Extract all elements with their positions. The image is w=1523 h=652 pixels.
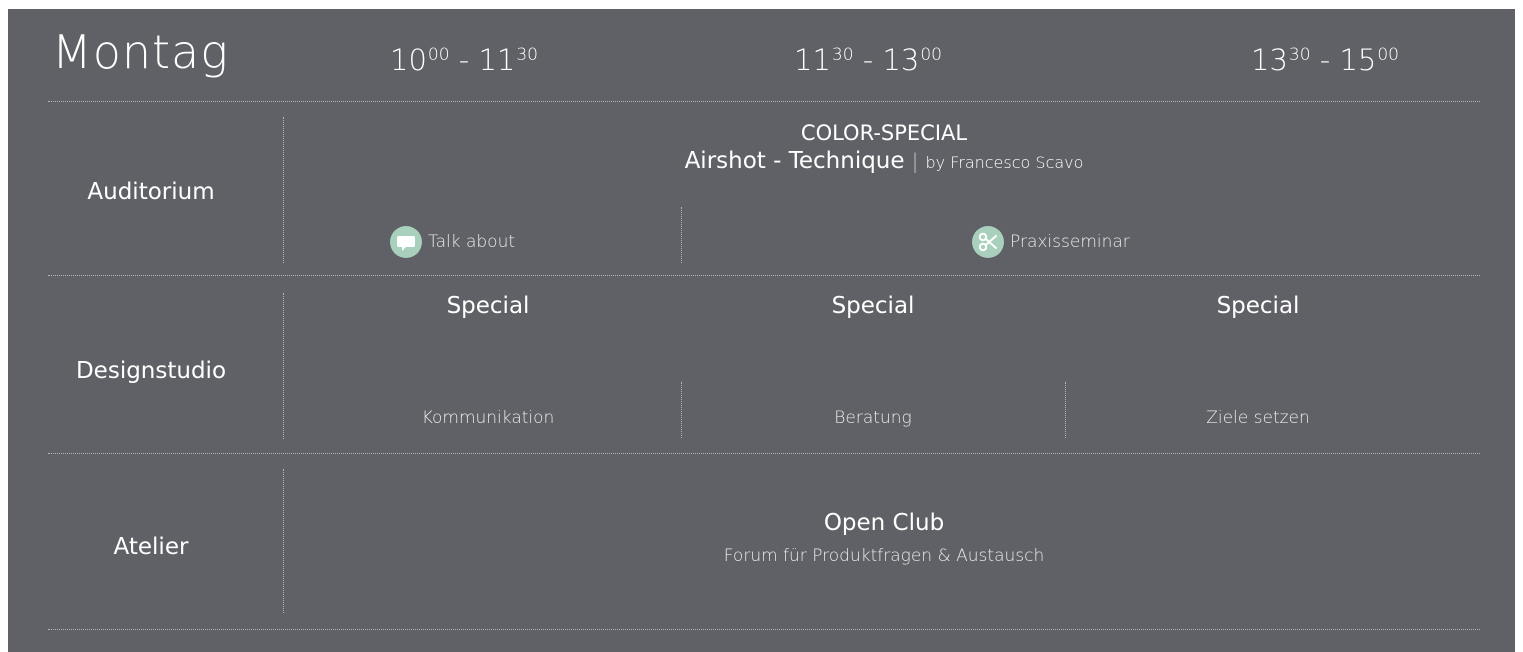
time-slot-1: 1000 - 1130 xyxy=(390,43,538,77)
slot-title: Special xyxy=(446,293,530,319)
event-pipe: | xyxy=(911,149,919,173)
slot-subtitle: Beratung xyxy=(834,408,912,428)
room-designstudio: Designstudio xyxy=(75,358,227,384)
session-divider xyxy=(681,207,682,263)
room-atelier: Atelier xyxy=(113,534,189,560)
slot-title: Special xyxy=(1216,293,1300,319)
schedule-panel: Montag 1000 - 1130 1130 - 1300 1330 - 15… xyxy=(8,9,1515,652)
event-title-line: Airshot - Technique | by Francesco Scavo xyxy=(284,148,1484,174)
room-divider xyxy=(283,293,284,439)
designstudio-slot-2: Special xyxy=(683,293,1063,319)
session-praxisseminar: Praxisseminar xyxy=(972,226,1130,263)
slot-subtitle: Ziele setzen xyxy=(1206,408,1310,428)
speech-bubble-icon xyxy=(390,226,422,258)
time-slot-3: 1330 - 1500 xyxy=(1251,43,1399,77)
bottom-divider xyxy=(48,629,1480,630)
atelier-event: Open Club Forum für Produktfragen & Aust… xyxy=(284,510,1484,566)
atelier-subtitle: Forum für Produktfragen & Austausch xyxy=(723,546,1045,566)
session-talk-about: Talk about xyxy=(390,226,515,263)
event-title: Airshot - Technique xyxy=(684,148,905,174)
day-title: Montag xyxy=(52,25,229,79)
slot-subtitle: Kommunikation xyxy=(421,408,555,428)
auditorium-event: COLOR-SPECIAL Airshot - Technique | by F… xyxy=(284,121,1484,174)
atelier-title: Open Club xyxy=(823,510,945,536)
designstudio-slot-1: Special xyxy=(298,293,678,319)
header-divider xyxy=(48,101,1480,102)
row-divider xyxy=(48,275,1480,276)
scissors-icon xyxy=(972,226,1004,258)
event-category: COLOR-SPECIAL xyxy=(800,121,968,145)
time-slot-2: 1130 - 1300 xyxy=(794,43,942,77)
event-speaker: by Francesco Scavo xyxy=(925,153,1084,172)
room-auditorium: Auditorium xyxy=(87,179,215,205)
designstudio-slot-3: Special xyxy=(1068,293,1448,319)
slot-title: Special xyxy=(831,293,915,319)
row-divider xyxy=(48,453,1480,454)
slot-divider xyxy=(681,382,682,438)
slot-divider xyxy=(1065,382,1066,438)
